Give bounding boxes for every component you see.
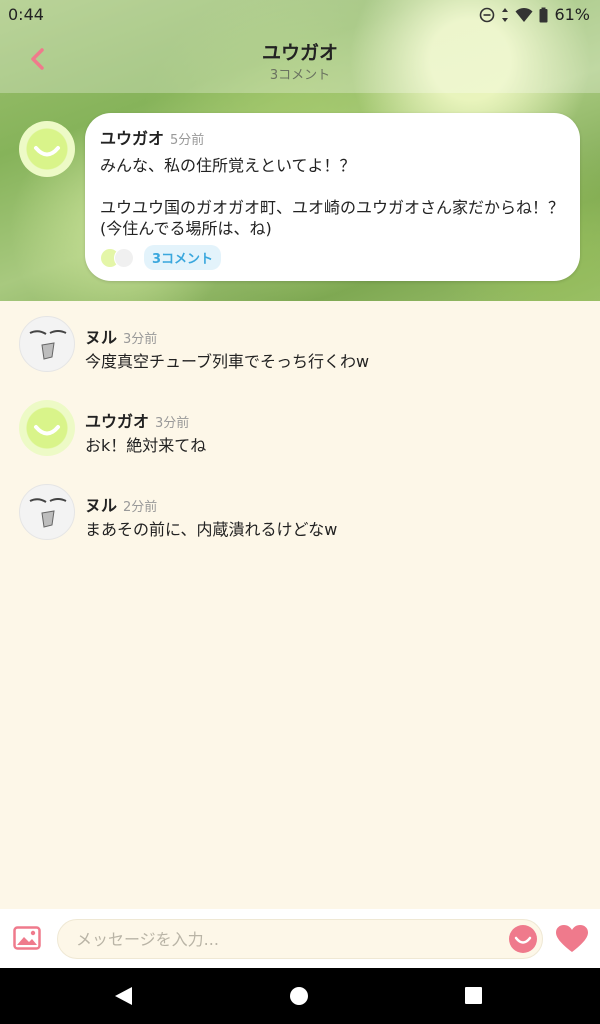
comment-text: まあその前に、内蔵潰れるけどなw	[85, 520, 338, 539]
comment-time: 3分前	[123, 332, 158, 347]
post-time: 5分前	[170, 133, 205, 148]
commenter-avatar[interactable]	[19, 484, 75, 540]
data-arrows-icon	[502, 7, 509, 22]
comment-count-badge[interactable]: 3コメント	[144, 245, 222, 270]
comment-author-name[interactable]: ヌル	[85, 328, 117, 347]
comment-text: 今度真空チューブ列車でそっち行くわw	[85, 352, 370, 371]
post-author-avatar[interactable]	[19, 121, 75, 177]
status-time: 0:44	[8, 5, 44, 24]
comment-text: おk！絶対来てね	[85, 436, 207, 455]
commenter-avatar-nul	[114, 247, 134, 268]
message-input[interactable]	[57, 919, 543, 959]
wifi-icon	[515, 7, 533, 22]
comment-time: 2分前	[123, 500, 158, 515]
post-author-name[interactable]: ユウガオ	[100, 129, 164, 148]
page-title: ユウガオ	[261, 42, 338, 64]
status-icons: 61%	[479, 5, 590, 24]
comment-author: ユウガオ 3分前	[85, 408, 189, 432]
heart-icon[interactable]	[555, 924, 589, 954]
smile-face-icon	[34, 146, 60, 157]
circle-home-icon[interactable]	[290, 987, 308, 1005]
post-footer: 3コメント	[100, 245, 222, 270]
comment-count-subtitle: 3コメント	[269, 68, 331, 83]
post-card: ユウガオ 5分前 みんな、私の住所覚えといてよ！？ ユウユウ国のガオガオ町、ユオ崎…	[85, 113, 580, 281]
message-input-bar	[0, 909, 600, 968]
comment-author: ヌル 3分前	[85, 324, 157, 348]
post-body: みんな、私の住所覚えといてよ！？ ユウユウ国のガオガオ町、ユオ崎のユウガオさん家…	[100, 156, 565, 238]
comment-author-name[interactable]: ヌル	[85, 496, 117, 515]
commenter-avatar[interactable]	[19, 316, 75, 372]
status-bar: 0:44 61%	[0, 0, 600, 30]
battery-percent: 61%	[554, 5, 590, 24]
image-icon[interactable]	[13, 926, 41, 950]
sketch-face-icon	[29, 330, 67, 360]
sketch-face-icon	[29, 498, 67, 528]
post-header: ユウガオ 5分前	[100, 125, 564, 149]
system-navigation-bar	[0, 968, 600, 1024]
comment-time: 3分前	[155, 416, 190, 431]
triangle-back-icon[interactable]	[113, 986, 133, 1006]
comment-item: ヌル 3分前 今度真空チューブ列車でそっち行くわw	[0, 301, 600, 372]
comment-item: ユウガオ 3分前 おk！絶対来てね	[0, 385, 600, 456]
smile-icon[interactable]	[508, 924, 538, 954]
square-recent-icon[interactable]	[465, 987, 482, 1004]
do-not-disturb-icon	[480, 7, 495, 22]
smile-face-icon	[34, 425, 60, 436]
comment-item: ヌル 2分前 まあその前に、内蔵潰れるけどなw	[0, 469, 600, 540]
comment-author-name[interactable]: ユウガオ	[85, 412, 149, 431]
battery-icon	[539, 7, 548, 22]
comment-author: ヌル 2分前	[85, 492, 157, 516]
commenter-avatar[interactable]	[19, 400, 75, 456]
